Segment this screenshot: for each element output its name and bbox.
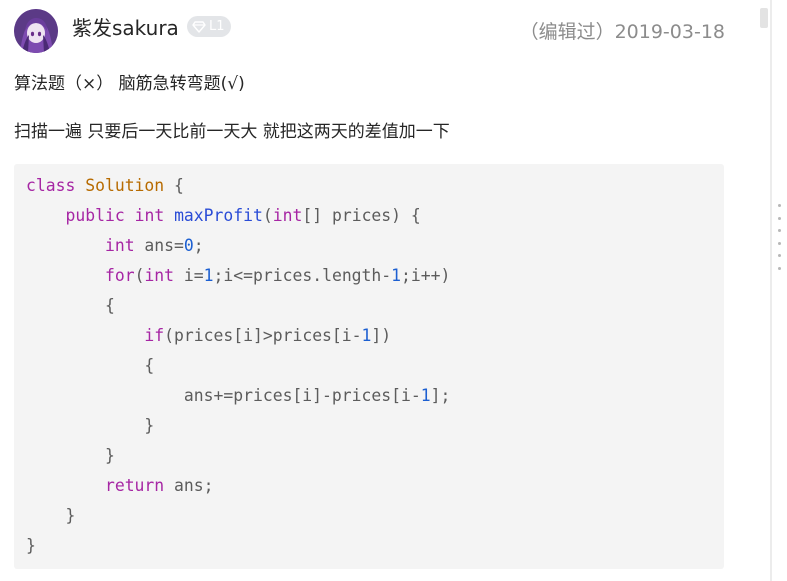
level-label: L1: [209, 19, 225, 34]
code-line: {: [26, 351, 712, 381]
code-line: }: [26, 411, 712, 441]
post-paragraph: 算法题（×） 脑筋急转弯题(√): [14, 74, 245, 94]
code-keyword: class: [26, 176, 76, 195]
code-line: for(int i=1;i<=prices.length-1;i++): [26, 261, 712, 291]
code-line: ans+=prices[i]-prices[i-1];: [26, 381, 712, 411]
code-text: (: [134, 266, 145, 285]
code-text: ]): [371, 326, 392, 345]
code-text: [] prices) {: [302, 206, 421, 225]
code-line: int ans=0;: [26, 231, 712, 261]
code-line: }: [26, 441, 712, 471]
code-class-name: Solution: [85, 176, 165, 195]
scrollbar-track[interactable]: [770, 0, 772, 581]
post-card: 紫发sakura L1 （编辑过）2019-03-18 算法题（×） 脑筋急转弯…: [0, 0, 787, 581]
code-text: {: [26, 356, 155, 375]
code-text: }: [26, 506, 76, 525]
code-text: ans+=prices[i]-prices[i-: [26, 386, 421, 405]
code-text: }: [26, 446, 115, 465]
avatar[interactable]: [14, 9, 58, 53]
code-text: {: [164, 176, 184, 195]
code-text: ans;: [164, 476, 214, 495]
code-text: }: [26, 536, 36, 555]
code-block[interactable]: class Solution { public int maxProfit(in…: [14, 164, 724, 569]
diamond-icon: [192, 20, 206, 33]
code-text: ];: [430, 386, 451, 405]
code-number: 1: [391, 266, 402, 285]
code-text: (: [262, 206, 273, 225]
code-type: int: [272, 206, 303, 225]
level-badge[interactable]: L1: [187, 16, 231, 37]
code-keyword: public: [65, 206, 125, 225]
code-line: return ans;: [26, 471, 712, 501]
code-line: if(prices[i]>prices[i-1]): [26, 321, 712, 351]
code-text: ;i<=prices.length-: [213, 266, 392, 285]
code-line: public int maxProfit(int[] prices) {: [26, 201, 712, 231]
author-name[interactable]: 紫发sakura: [72, 14, 179, 42]
code-type: int: [144, 266, 175, 285]
code-type: int: [104, 236, 135, 255]
code-keyword: return: [104, 476, 165, 495]
vertical-dots-icon[interactable]: [776, 204, 782, 270]
code-type: int: [134, 206, 165, 225]
code-line: }: [26, 531, 712, 561]
code-line: class Solution {: [26, 171, 712, 201]
code-text: ;i++): [401, 266, 451, 285]
post-paragraph: 扫描一遍 只要后一天比前一天大 就把这两天的差值加一下: [14, 122, 450, 142]
code-line: }: [26, 501, 712, 531]
code-number: 0: [183, 236, 194, 255]
code-function-name: maxProfit: [174, 206, 263, 225]
edited-date: （编辑过）2019-03-18: [519, 21, 725, 43]
scrollbar-thumb[interactable]: [760, 8, 768, 28]
code-number: 1: [420, 386, 431, 405]
code-line: {: [26, 291, 712, 321]
code-keyword: if: [144, 326, 165, 345]
code-text: }: [26, 416, 155, 435]
code-number: 1: [203, 266, 214, 285]
code-text: {: [26, 296, 115, 315]
code-text: (prices[i]>prices[i-: [164, 326, 362, 345]
code-text: ;: [193, 236, 204, 255]
code-text: ans=: [134, 236, 184, 255]
code-text: i=: [174, 266, 204, 285]
code-number: 1: [361, 326, 372, 345]
code-keyword: for: [104, 266, 135, 285]
